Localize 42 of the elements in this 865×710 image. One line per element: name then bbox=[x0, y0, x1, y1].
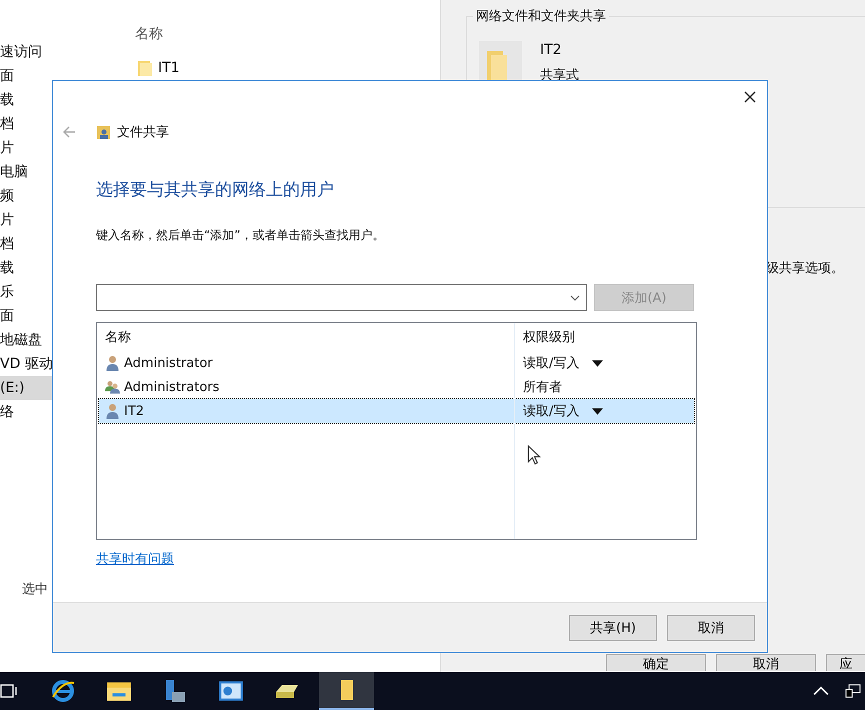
dialog-button[interactable]: 确定 bbox=[606, 654, 706, 671]
mouse-cursor-icon bbox=[527, 445, 541, 465]
user-row[interactable]: Administrators 所有者 bbox=[99, 375, 694, 399]
file-name[interactable]: IT1 bbox=[158, 60, 180, 76]
dialog-button[interactable]: 共享(H) bbox=[569, 614, 657, 640]
status-text: 选中 bbox=[22, 581, 48, 598]
user-name: Administrators bbox=[124, 380, 220, 394]
instruction-text: 键入名称，然后单击“添加”，或者单击箭头查找用户。 bbox=[96, 227, 386, 244]
user-name: Administrator bbox=[124, 356, 213, 370]
name-combo-box[interactable] bbox=[96, 284, 587, 311]
folder-icon bbox=[138, 60, 152, 76]
shared-folder-icon bbox=[96, 124, 112, 140]
dropdown-chevron-icon[interactable] bbox=[570, 294, 580, 300]
dialog-button[interactable]: 应 bbox=[826, 654, 865, 671]
permission-level: 读取/写入 bbox=[523, 403, 580, 420]
dropdown-arrow-icon[interactable] bbox=[592, 360, 604, 366]
permission-level: 读取/写入 bbox=[523, 355, 580, 372]
user-row[interactable]: Administrator 读取/写入 bbox=[99, 351, 694, 375]
column-header[interactable]: 名称 bbox=[99, 328, 515, 346]
help-link[interactable]: 共享时有问题 bbox=[96, 550, 174, 568]
nav-item[interactable]: 速访问 bbox=[0, 40, 130, 64]
column-header[interactable]: 名称 bbox=[135, 25, 163, 43]
dialog-button[interactable]: 取消 bbox=[716, 654, 816, 671]
user-row[interactable]: IT2 读取/写入 bbox=[99, 399, 694, 423]
folder-icon bbox=[479, 41, 522, 81]
user-name: IT2 bbox=[124, 404, 144, 418]
dialog-heading: 选择要与其共享的网络上的用户 bbox=[96, 179, 335, 201]
group-title: 网络文件和文件夹共享 bbox=[473, 7, 609, 25]
browser-icon[interactable] bbox=[50, 679, 76, 703]
dialog-button[interactable]: 取消 bbox=[667, 614, 755, 640]
network-icon[interactable] bbox=[845, 684, 861, 698]
dialog-title: 文件共享 bbox=[117, 124, 169, 141]
chevron-up-icon[interactable] bbox=[813, 684, 829, 698]
dashboard-icon[interactable] bbox=[218, 679, 244, 703]
permission-level: 所有者 bbox=[523, 379, 562, 396]
share-status: 共享式 bbox=[540, 67, 579, 84]
folder-icon bbox=[340, 679, 354, 701]
column-header[interactable]: 权限级别 bbox=[515, 328, 575, 346]
dropdown-arrow-icon[interactable] bbox=[592, 408, 604, 414]
folder-name: IT2 bbox=[540, 42, 562, 58]
close-icon[interactable] bbox=[744, 91, 756, 103]
taskbar-button[interactable] bbox=[319, 672, 374, 710]
